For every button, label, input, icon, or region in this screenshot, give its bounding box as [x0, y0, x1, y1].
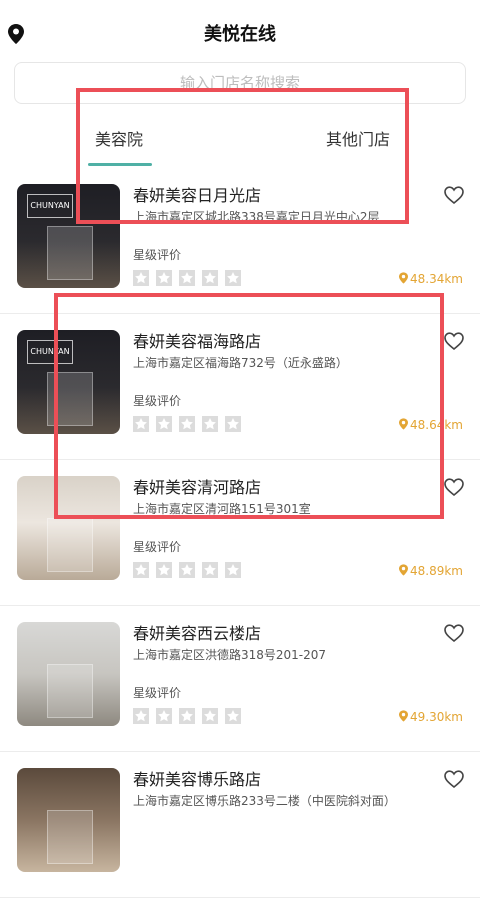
store-list-item[interactable]: CHUNYAN 春妍美容福海路店 上海市嘉定区福海路732号（近永盛路） 星级评… — [0, 314, 480, 460]
distance-value: 49.30km — [410, 710, 463, 724]
store-list-item[interactable]: 春妍美容西云楼店 上海市嘉定区洪德路318号201-207 星级评价 49.30… — [0, 606, 480, 752]
star-icon — [133, 708, 149, 724]
store-list: CHUNYAN 春妍美容日月光店 上海市嘉定区城北路338号嘉定日月光中心2层 … — [0, 168, 480, 898]
distance-value: 48.64km — [410, 418, 463, 432]
store-distance: 48.64km — [399, 418, 463, 432]
star-icon — [156, 416, 173, 432]
star-rating — [133, 416, 243, 432]
star-icon — [202, 416, 219, 432]
distance-pin-icon — [399, 418, 408, 430]
storefront-image — [47, 518, 93, 572]
star-icon — [202, 708, 219, 724]
star-rating — [133, 562, 243, 578]
star-icon — [202, 270, 219, 286]
star-icon — [179, 562, 196, 578]
favorite-heart-icon[interactable] — [444, 186, 464, 204]
page-title: 美悦在线 — [204, 24, 276, 45]
store-thumbnail: CHUNYAN — [17, 330, 120, 434]
star-icon — [202, 562, 219, 578]
star-icon — [225, 270, 242, 286]
star-icon — [225, 416, 242, 432]
tab-other-stores[interactable]: 其他门店 — [326, 126, 390, 150]
store-address: 上海市嘉定区洪德路318号201-207 — [133, 648, 327, 662]
store-distance: 48.34km — [399, 272, 463, 286]
distance-value: 48.89km — [410, 564, 463, 578]
star-icon — [156, 708, 173, 724]
star-icon — [133, 270, 149, 286]
star-icon — [225, 708, 242, 724]
favorite-heart-icon[interactable] — [444, 624, 464, 642]
store-thumbnail — [17, 476, 120, 580]
store-list-item[interactable]: CHUNYAN 春妍美容日月光店 上海市嘉定区城北路338号嘉定日月光中心2层 … — [0, 168, 480, 314]
store-distance: 48.89km — [399, 564, 463, 578]
star-icon — [133, 562, 149, 578]
store-logo: CHUNYAN — [27, 340, 73, 364]
star-icon — [133, 416, 149, 432]
distance-pin-icon — [399, 564, 408, 576]
store-list-item[interactable]: 春妍美容博乐路店 上海市嘉定区博乐路233号二楼（中医院斜对面） — [0, 752, 480, 898]
storefront-image — [47, 664, 93, 718]
store-address: 上海市嘉定区福海路732号（近永盛路） — [133, 356, 348, 370]
star-rating — [133, 270, 243, 286]
favorite-heart-icon[interactable] — [444, 770, 464, 788]
store-address: 上海市嘉定区清河路151号301室 — [133, 502, 311, 516]
distance-pin-icon — [399, 710, 408, 722]
store-type-tabs: 美容院 其他门店 — [0, 116, 480, 166]
storefront-image — [47, 372, 93, 426]
store-name: 春妍美容博乐路店 — [133, 770, 262, 789]
star-icon — [225, 562, 242, 578]
distance-pin-icon — [399, 272, 408, 284]
storefront-image — [47, 226, 93, 280]
search-input[interactable]: 输入门店名称搜索 — [14, 62, 466, 104]
star-icon — [179, 416, 196, 432]
star-icon — [179, 708, 196, 724]
storefront-image — [47, 810, 93, 864]
store-name: 春妍美容日月光店 — [133, 186, 262, 205]
star-icon — [179, 270, 196, 286]
store-list-item[interactable]: 春妍美容清河路店 上海市嘉定区清河路151号301室 星级评价 48.89km — [0, 460, 480, 606]
rating-label: 星级评价 — [133, 540, 182, 554]
tab-beauty-salon[interactable]: 美容院 — [95, 126, 143, 150]
store-name: 春妍美容清河路店 — [133, 478, 262, 497]
star-icon — [156, 270, 173, 286]
rating-label: 星级评价 — [133, 248, 182, 262]
store-name: 春妍美容福海路店 — [133, 332, 262, 351]
rating-label: 星级评价 — [133, 394, 182, 408]
favorite-heart-icon[interactable] — [444, 478, 464, 496]
star-icon — [156, 562, 173, 578]
favorite-heart-icon[interactable] — [444, 332, 464, 350]
store-name: 春妍美容西云楼店 — [133, 624, 262, 643]
store-address: 上海市嘉定区博乐路233号二楼（中医院斜对面） — [133, 794, 396, 808]
store-thumbnail — [17, 768, 120, 872]
rating-label: 星级评价 — [133, 686, 182, 700]
store-thumbnail — [17, 622, 120, 726]
app-header: 美悦在线 — [0, 0, 480, 62]
store-thumbnail: CHUNYAN — [17, 184, 120, 288]
active-tab-indicator — [88, 163, 152, 166]
star-rating — [133, 708, 243, 724]
store-address: 上海市嘉定区城北路338号嘉定日月光中心2层 — [133, 210, 380, 224]
store-distance: 49.30km — [399, 710, 463, 724]
store-logo: CHUNYAN — [27, 194, 73, 218]
distance-value: 48.34km — [410, 272, 463, 286]
